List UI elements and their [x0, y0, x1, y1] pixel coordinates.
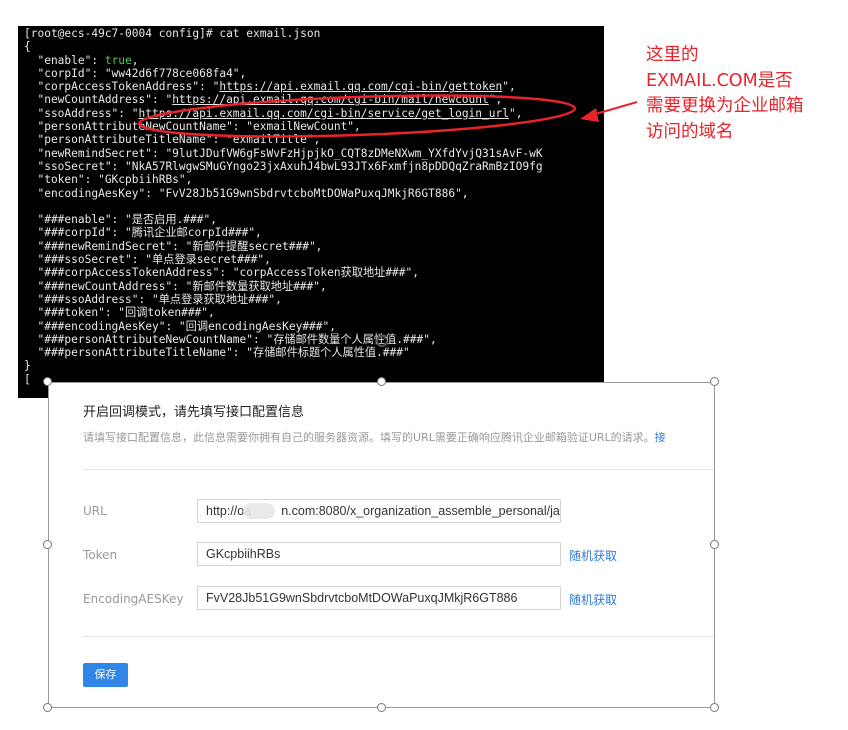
resize-handle-bottom-left[interactable]	[43, 703, 52, 712]
annotation-line: 访问的域名	[646, 121, 734, 142]
terminal-line: "###personAttributeTitleName": "存储邮件标题个人…	[24, 346, 410, 360]
annotation-line: 需要更换为企业邮箱	[646, 96, 804, 116]
redaction-blur	[243, 503, 275, 519]
terminal-segment: https://api.exmail.qq.com/cgi-bin/mail/n…	[172, 93, 489, 107]
terminal-segment: ,	[131, 53, 139, 67]
terminal-line: "personAttributeTitleName": "exmailTitle…	[24, 133, 321, 147]
terminal-line: "###personAttributeNewCountName": "存储邮件数…	[24, 332, 437, 346]
terminal-segment: "ssoAddress": "	[24, 106, 139, 120]
divider	[83, 469, 715, 470]
url-value-end: n.com:8080/x_organization_assemble_perso…	[281, 504, 561, 518]
terminal-line: }	[24, 359, 31, 373]
terminal-line: "newRemindSecret": "9lutJDufVW6gFsWvFzHj…	[24, 146, 543, 160]
terminal-line: "###corpId": "腾讯企业邮corpId###",	[24, 226, 262, 240]
terminal-line: "###newRemindSecret": "新邮件提醒secret###",	[24, 239, 323, 253]
aeskey-input[interactable]: FvV28Jb51G9wnSbdrvtcboMtDOWaPuxqJMkjR6GT…	[197, 586, 561, 610]
url-label: URL	[83, 504, 107, 518]
terminal-line: "###encodingAesKey": "回调encodingAesKey##…	[24, 319, 336, 333]
terminal-line: "ssoAddress": "https://api.exmail.qq.com…	[24, 107, 543, 120]
terminal-segment: ",	[502, 80, 516, 94]
resize-handle-top-right[interactable]	[710, 377, 719, 386]
url-input[interactable]: http://oa n.com:8080/x_organization_assem…	[197, 499, 561, 523]
save-button[interactable]: 保存	[83, 663, 128, 687]
terminal-line: "newCountAddress": "https://api.exmail.q…	[24, 93, 543, 106]
description-link[interactable]: 接	[655, 431, 666, 444]
terminal-line: "corpId": "ww42d6f778ce068fa4",	[24, 66, 247, 80]
terminal-line: "personAttributeNewCountName": "exmailNe…	[24, 120, 361, 134]
token-random-link[interactable]: 随机获取	[569, 547, 617, 564]
terminal-segment: ",	[488, 93, 503, 107]
resize-handle-top[interactable]	[377, 377, 386, 386]
terminal-line: "token": "GKcpbiihRBs",	[24, 173, 193, 187]
terminal-segment: true	[104, 53, 132, 67]
terminal-line: "ssoSecret": "NkA57RlwgwSMuGYngo23jxAxuh…	[24, 159, 543, 173]
terminal-line: [root@ecs-49c7-0004 config]# cat exmail.…	[24, 27, 321, 40]
token-label: Token	[83, 548, 118, 562]
terminal-line: "###newCountAddress": "新邮件数量获取地址###",	[24, 279, 327, 293]
terminal-line: "###ssoAddress": "单点登录获取地址###",	[24, 292, 282, 306]
annotation-note: 这里的 EXMAIL.COM是否 需要更换为企业邮箱 访问的域名	[646, 43, 846, 145]
token-input[interactable]: GKcpbiihRBs	[197, 542, 561, 566]
terminal-line: "###token": "回调token###",	[24, 306, 215, 320]
panel-description: 请填写接口配置信息，此信息需要你拥有自己的服务器资源。填写的URL需要正确响应腾…	[83, 429, 666, 445]
panel-title: 开启回调模式，请先填写接口配置信息	[83, 405, 305, 420]
resize-handle-right[interactable]	[710, 540, 719, 549]
resize-handle-bottom-right[interactable]	[710, 703, 719, 712]
terminal-line: "###enable": "是否启用.###",	[24, 213, 217, 227]
terminal-segment: https://api.exmail.qq.com/cgi-bin/servic…	[138, 106, 509, 120]
terminal-line: "###ssoSecret": "单点登录secret###",	[24, 253, 271, 267]
terminal-line: "enable": true,	[24, 54, 543, 67]
terminal-window[interactable]: [root@ecs-49c7-0004 config]# cat exmail.…	[18, 26, 604, 398]
terminal-line: "###corpAccessTokenAddress": "corpAccess…	[24, 266, 419, 280]
callback-config-panel: 开启回调模式，请先填写接口配置信息 请填写接口配置信息，此信息需要你拥有自己的服…	[48, 382, 715, 708]
rotate-icon[interactable]	[374, 333, 390, 349]
terminal-line: "encodingAesKey": "FvV28Jb51G9wnSbdrvtcb…	[24, 186, 469, 200]
terminal-segment: "newCountAddress": "	[24, 93, 173, 107]
aeskey-random-link[interactable]: 随机获取	[569, 591, 617, 608]
annotation-line: EXMAIL.COM是否	[646, 70, 793, 91]
resize-handle-bottom[interactable]	[377, 703, 386, 712]
terminal-segment: "corpAccessTokenAddress": "	[24, 80, 220, 94]
terminal-segment: "enable":	[24, 53, 105, 67]
terminal-line: {	[24, 40, 31, 54]
terminal-output: [root@ecs-49c7-0004 config]# cat exmail.…	[24, 27, 543, 386]
aeskey-label: EncodingAESKey	[83, 592, 184, 606]
terminal-line: "corpAccessTokenAddress": "https://api.e…	[24, 80, 543, 93]
resize-handle-left[interactable]	[43, 540, 52, 549]
terminal-segment: https://api.exmail.qq.com/cgi-bin/gettok…	[219, 80, 503, 94]
terminal-segment: ",	[508, 106, 523, 120]
resize-handle-top-left[interactable]	[43, 377, 52, 386]
annotation-line: 这里的	[646, 45, 699, 65]
divider	[83, 636, 715, 637]
description-text: 请填写接口配置信息，此信息需要你拥有自己的服务器资源。填写的URL需要正确响应腾…	[83, 431, 655, 444]
